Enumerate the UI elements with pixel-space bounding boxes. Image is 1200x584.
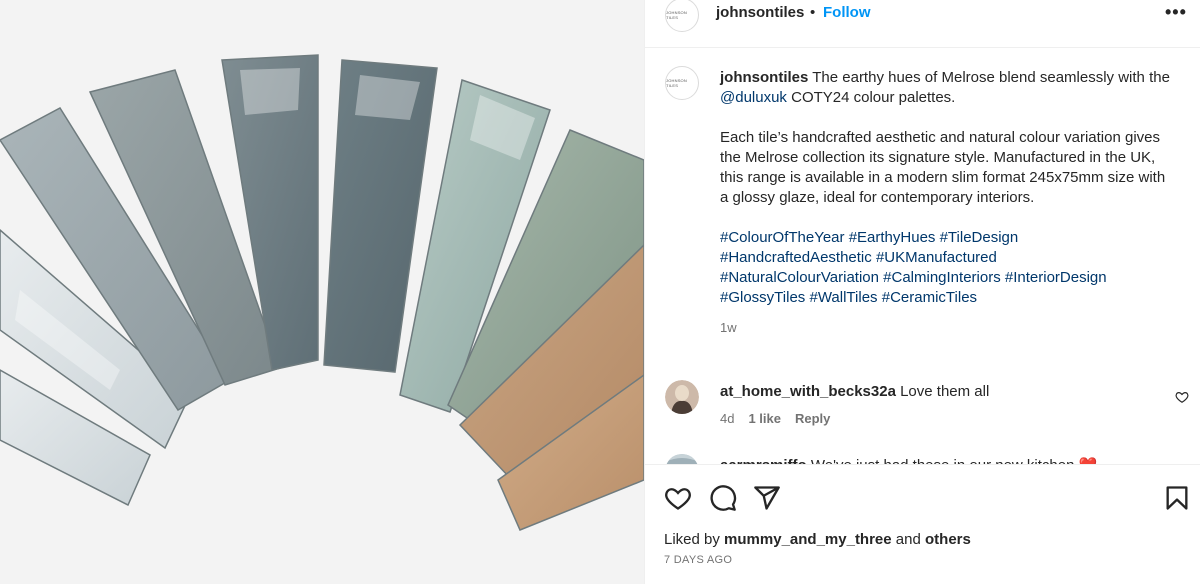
caption-timestamp[interactable]: 1w bbox=[720, 318, 1170, 338]
comment-time[interactable]: 4d bbox=[720, 411, 734, 426]
share-paper-plane-icon[interactable] bbox=[753, 484, 781, 512]
reply-button[interactable]: Reply bbox=[795, 411, 830, 426]
comment-text: at_home_with_becks32a Love them all bbox=[720, 383, 989, 400]
hashtag-link[interactable]: #UKManufactured bbox=[876, 249, 997, 266]
tile-fan-photo bbox=[0, 0, 644, 584]
hashtag-link[interactable]: #ColourOfTheYear bbox=[720, 229, 845, 246]
liked-by-prefix: Liked by bbox=[664, 531, 725, 548]
commenter-username[interactable]: at_home_with_becks32a bbox=[720, 383, 896, 400]
hashtag-link[interactable]: #EarthyHues bbox=[849, 229, 936, 246]
post-header: JOHNSON TILES johnsontiles • Follow ••• bbox=[645, 0, 1200, 44]
comment-body: Love them all bbox=[895, 383, 990, 400]
caption-avatar-logo-text: JOHNSON TILES bbox=[666, 78, 687, 88]
caption-second-paragraph: Each tile’s handcrafted aesthetic and na… bbox=[720, 129, 1166, 206]
author-username[interactable]: johnsontiles bbox=[716, 4, 804, 21]
hashtag-link[interactable]: #GlossyTiles bbox=[720, 289, 805, 306]
hashtag-link[interactable]: #InteriorDesign bbox=[1005, 269, 1107, 286]
comment-meta: 4d 1 like Reply bbox=[720, 411, 844, 426]
post-date[interactable]: 7 DAYS AGO bbox=[664, 554, 732, 566]
hashtag-link[interactable]: #CeramicTiles bbox=[882, 289, 977, 306]
post-image[interactable] bbox=[0, 0, 644, 584]
hashtag-link[interactable]: #TileDesign bbox=[940, 229, 1019, 246]
caption-first-paragraph: johnsontiles The earthy hues of Melrose … bbox=[720, 68, 1170, 108]
hashtag-link[interactable]: #WallTiles bbox=[809, 289, 877, 306]
header-separator: • bbox=[810, 4, 816, 21]
hashtag-link[interactable]: #HandcraftedAesthetic bbox=[720, 249, 872, 266]
comment-likes[interactable]: 1 like bbox=[748, 411, 781, 426]
commenter-avatar-image bbox=[665, 380, 699, 414]
commenter-avatar[interactable] bbox=[665, 380, 699, 414]
hashtag-list: #ColourOfTheYear #EarthyHues #TileDesign… bbox=[720, 228, 1170, 308]
hashtag-link[interactable]: #CalmingInteriors bbox=[883, 269, 1001, 286]
liked-by-and: and bbox=[891, 531, 925, 548]
caption-line1: The earthy hues of Melrose blend seamles… bbox=[808, 69, 1170, 86]
liked-by-others[interactable]: others bbox=[925, 531, 971, 548]
comment-like-heart-icon[interactable] bbox=[1175, 390, 1189, 404]
hashtag-link[interactable]: #NaturalColourVariation bbox=[720, 269, 879, 286]
caption-line1-end: COTY24 colour palettes. bbox=[786, 89, 956, 106]
caption-username[interactable]: johnsontiles bbox=[720, 69, 808, 86]
liked-by-user[interactable]: mummy_and_my_three bbox=[724, 531, 892, 548]
comment-bubble-icon[interactable] bbox=[709, 484, 737, 512]
caption-text: johnsontiles The earthy hues of Melrose … bbox=[720, 68, 1170, 338]
caption-avatar[interactable]: JOHNSON TILES bbox=[665, 66, 699, 100]
action-bar: Liked by mummy_and_my_three and others 7… bbox=[645, 464, 1200, 584]
header-divider bbox=[645, 47, 1200, 48]
mention-link[interactable]: @duluxuk bbox=[720, 89, 787, 106]
liked-by-text: Liked by mummy_and_my_three and others bbox=[664, 531, 971, 548]
save-bookmark-icon[interactable] bbox=[1163, 484, 1191, 512]
avatar-logo-text: JOHNSON TILES bbox=[666, 10, 687, 20]
like-heart-icon[interactable] bbox=[664, 484, 692, 512]
more-options-icon[interactable]: ••• bbox=[1165, 2, 1187, 23]
post-sidebar: JOHNSON TILES johnsontiles • Follow ••• … bbox=[644, 0, 1200, 584]
follow-button[interactable]: Follow bbox=[823, 4, 871, 21]
author-avatar[interactable]: JOHNSON TILES bbox=[665, 0, 699, 32]
